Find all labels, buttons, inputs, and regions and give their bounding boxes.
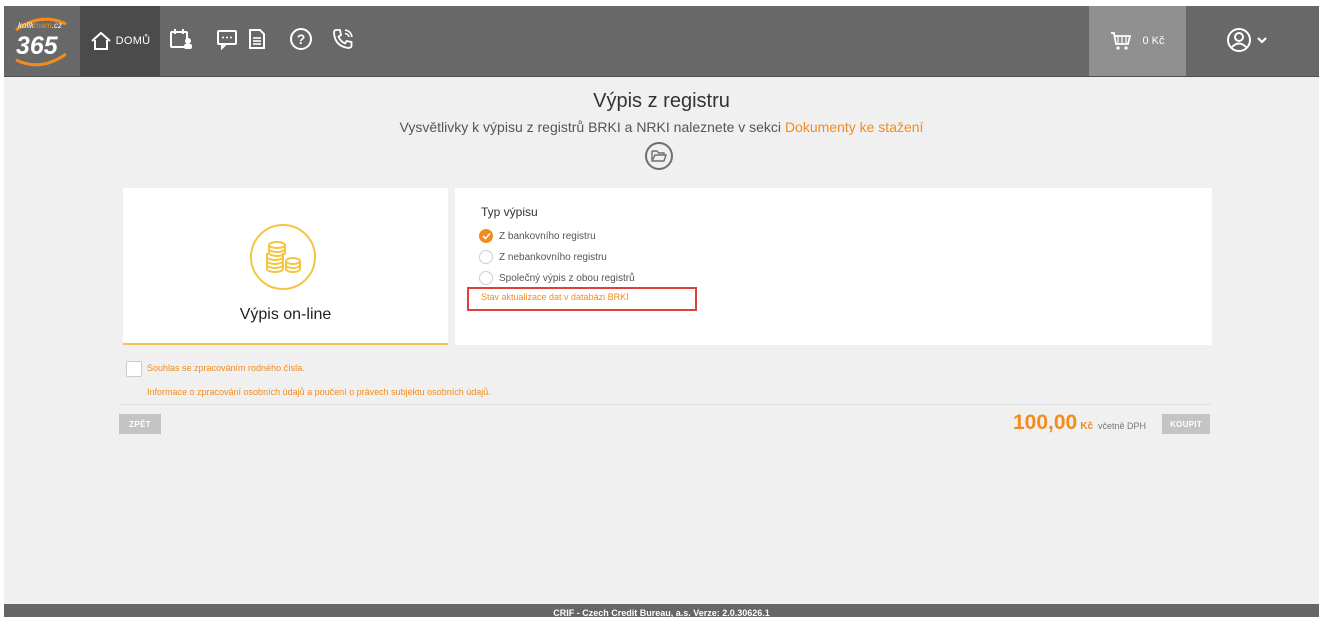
coins-badge <box>250 224 316 290</box>
coins-icon <box>266 241 301 273</box>
calendar-user-icon <box>170 29 192 49</box>
documents-download-link[interactable]: Dokumenty ke stažení <box>785 119 924 135</box>
user-icon <box>1227 28 1251 52</box>
personal-data-info-link[interactable]: Informace o zpracování osobních údajů a … <box>147 387 491 397</box>
nav-contact-button[interactable] <box>330 26 356 52</box>
nav-help-button[interactable]: ? <box>288 26 314 52</box>
phone-icon <box>333 29 353 49</box>
divider <box>121 404 1211 405</box>
svg-text:?: ? <box>297 31 306 47</box>
radio-both-registries[interactable]: Společný výpis z obou registrů <box>479 271 635 285</box>
buy-button[interactable]: KOUPIT <box>1162 414 1210 434</box>
footer: CRIF - Czech Credit Bureau, a.s. Verze: … <box>4 604 1319 617</box>
radio-nonbank-registry[interactable]: Z nebankovního registru <box>479 250 607 264</box>
document-icon <box>249 29 265 49</box>
open-folder-button[interactable] <box>645 142 673 170</box>
svg-text:kolikmam.cz: kolikmam.cz <box>18 21 62 30</box>
online-statement-card[interactable]: Výpis on-line <box>123 188 448 345</box>
page-title: Výpis z registru <box>593 90 730 112</box>
statement-type-heading: Typ výpisu <box>481 205 538 219</box>
radio-checked-icon <box>479 229 493 243</box>
folder-open-icon <box>651 150 667 162</box>
radio-unchecked-icon <box>479 271 493 285</box>
radio-bank-registry[interactable]: Z bankovního registru <box>479 229 596 243</box>
page-subtitle: Vysvětlivky k výpisu z registrů BRKI a N… <box>4 119 1319 135</box>
radio-unchecked-icon <box>479 250 493 264</box>
chat-icon <box>217 30 237 50</box>
nav-messages-button[interactable] <box>214 26 240 52</box>
radio-label: Z nebankovního registru <box>499 251 607 263</box>
cart-button[interactable]: 0 Kč <box>1089 6 1186 76</box>
svg-text:365: 365 <box>16 32 59 60</box>
app-frame: kolikmam.cz 365 DOMŮ ? 0 Kč Výpis z regi… <box>4 6 1319 617</box>
price-vat-note: včetně DPH <box>1098 421 1147 431</box>
back-button[interactable]: ZPĚT <box>119 414 161 434</box>
card-label: Výpis on-line <box>239 306 332 323</box>
logo-icon: kolikmam.cz 365 <box>15 17 67 67</box>
help-icon: ? <box>290 28 312 50</box>
brki-update-status-link[interactable]: Stav aktualizace dat v databázi BRKI <box>467 287 697 311</box>
nav-home-button[interactable]: DOMŮ <box>80 6 160 76</box>
cart-icon <box>1111 32 1132 50</box>
price-currency: Kč <box>1080 421 1094 432</box>
radio-label: Z bankovního registru <box>499 230 596 242</box>
consent-label[interactable]: Souhlas se zpracováním rodného čísla. <box>147 363 305 373</box>
logo[interactable]: kolikmam.cz 365 <box>8 10 74 72</box>
birth-number-consent-checkbox[interactable] <box>126 361 142 377</box>
nav-calendar-button[interactable] <box>168 26 194 52</box>
home-icon <box>90 31 111 50</box>
radio-label: Společný výpis z obou registrů <box>499 272 635 284</box>
subtitle-text: Vysvětlivky k výpisu z registrů BRKI a N… <box>399 119 782 135</box>
user-menu-button[interactable] <box>1226 26 1268 54</box>
statement-type-panel: Typ výpisu Z bankovního registru Z neban… <box>455 188 1212 345</box>
top-bar: kolikmam.cz 365 DOMŮ ? 0 Kč <box>4 6 1319 77</box>
nav-documents-button[interactable] <box>244 26 270 52</box>
chevron-down-icon <box>1257 37 1267 44</box>
cart-total: 0 Kč <box>1142 35 1165 47</box>
nav-home-label: DOMŮ <box>115 35 151 47</box>
price-display: 100,00 Kč včetně DPH <box>1013 411 1146 435</box>
price-amount: 100,00 <box>1013 411 1078 434</box>
